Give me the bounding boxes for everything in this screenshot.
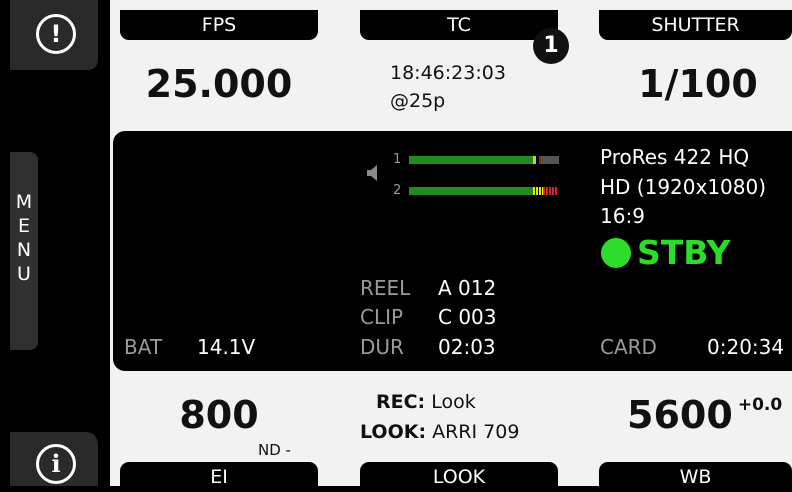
menu-label: M E N U (15, 191, 33, 285)
battery-label: BAT (124, 335, 163, 359)
status-dot-icon (601, 237, 631, 268)
nd-value: ND - (258, 441, 291, 459)
tc-time[interactable]: 18:46:23:03 (390, 62, 506, 84)
tab-fps[interactable]: FPS (120, 10, 318, 40)
wb-value: 5600 (627, 393, 733, 437)
rec-label: REC: (376, 391, 426, 413)
tab-look[interactable]: LOOK (360, 462, 558, 488)
status-indicator: STBY (601, 233, 731, 272)
callout-badge: 1 (533, 28, 569, 64)
tab-tc[interactable]: TC (360, 10, 558, 40)
warning-icon: ! (36, 14, 76, 54)
status-text: STBY (637, 233, 731, 272)
info-button[interactable]: i (10, 432, 98, 486)
codec-text: ProRes 422 HQ (600, 145, 750, 169)
tab-wb[interactable]: WB (599, 462, 792, 488)
status-monitor: 1 2 ProRes 422 HQ HD (1920x1080) 16:9 ST… (113, 131, 792, 371)
info-icon: i (36, 444, 76, 484)
audio-meter-ch2: 2 (393, 183, 557, 198)
card-value: 0:20:34 (707, 335, 785, 359)
rec-look-row[interactable]: REC: Look (376, 391, 476, 413)
audio-meter-ch1: 1 (393, 152, 559, 167)
dur-value: 02:03 (438, 335, 496, 359)
reel-value: A 012 (438, 276, 497, 300)
tab-shutter[interactable]: SHUTTER (599, 10, 792, 40)
rec-value: Look (431, 391, 476, 413)
aspect-text: 16:9 (600, 204, 645, 228)
shutter-value[interactable]: 1/100 (604, 62, 792, 106)
tc-rate: @25p (390, 90, 446, 112)
clip-label: CLIP (360, 305, 404, 329)
reel-label: REEL (360, 276, 411, 300)
clip-value: C 003 (438, 305, 497, 329)
look-value: ARRI 709 (432, 421, 520, 443)
battery-value: 14.1V (197, 335, 256, 359)
wb-tint: +0.0 (737, 395, 783, 415)
warning-button[interactable]: ! (10, 0, 98, 70)
speaker-icon (367, 165, 377, 181)
look-row[interactable]: LOOK: ARRI 709 (360, 421, 519, 443)
look-label: LOOK: (360, 421, 427, 443)
wb-value-group[interactable]: 5600 +0.0 (627, 393, 782, 437)
tab-ei[interactable]: EI (120, 462, 318, 488)
resolution-text: HD (1920x1080) (600, 175, 767, 199)
ei-value[interactable]: 800 (120, 393, 318, 437)
fps-value[interactable]: 25.000 (125, 62, 313, 106)
card-label: CARD (600, 335, 657, 359)
dur-label: DUR (360, 335, 404, 359)
